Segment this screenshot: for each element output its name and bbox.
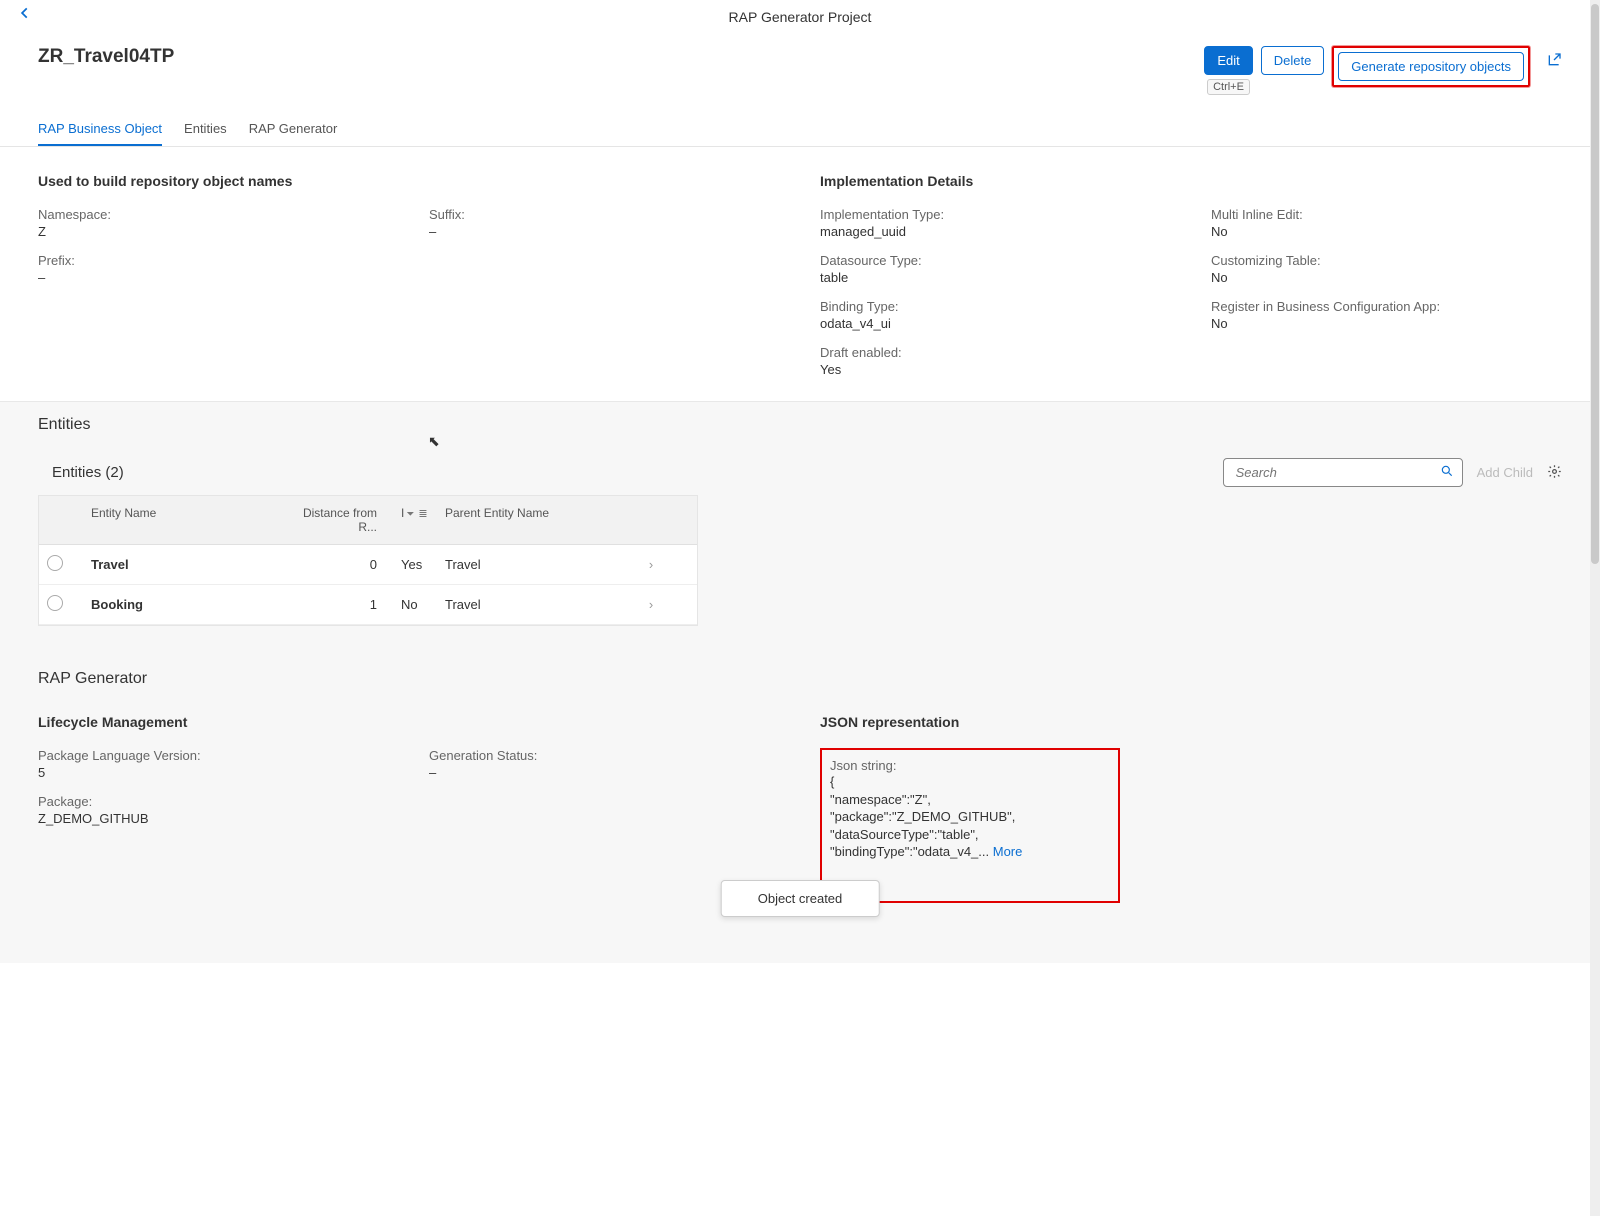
page-title: RAP Generator Project — [729, 9, 872, 25]
row-parent: Travel — [437, 587, 637, 622]
cust-label: Customizing Table: — [1211, 253, 1562, 268]
filter-icon — [414, 506, 427, 520]
row-parent: Travel — [437, 547, 637, 582]
pkg-label: Package: — [38, 794, 389, 809]
tabs: RAP Business Object Entities RAP Generat… — [0, 113, 1600, 147]
row-flag: No — [393, 587, 437, 622]
pkg-value: Z_DEMO_GITHUB — [38, 811, 389, 826]
genstatus-value: – — [429, 765, 780, 780]
chevron-right-icon[interactable]: › — [637, 587, 665, 622]
col-parent[interactable]: Parent Entity Name — [437, 496, 637, 544]
toast: Object created — [721, 880, 880, 917]
gear-icon[interactable] — [1547, 464, 1562, 482]
row-name: Booking — [83, 587, 283, 622]
sort-icon — [404, 506, 414, 520]
delete-button[interactable]: Delete — [1261, 46, 1325, 75]
suffix-value: – — [429, 224, 780, 239]
reg-label: Register in Business Configuration App: — [1211, 299, 1562, 314]
table-row[interactable]: Booking 1 No Travel › — [39, 585, 697, 625]
ds-type-label: Datasource Type: — [820, 253, 1171, 268]
impl-heading: Implementation Details — [820, 173, 1562, 189]
edit-button[interactable]: Edit — [1204, 46, 1252, 75]
tab-rap-generator[interactable]: RAP Generator — [249, 113, 338, 146]
binding-value: odata_v4_ui — [820, 316, 1171, 331]
search-icon[interactable] — [1440, 464, 1454, 481]
tab-rap-bo[interactable]: RAP Business Object — [38, 113, 162, 146]
impl-type-label: Implementation Type: — [820, 207, 1171, 222]
row-radio[interactable] — [47, 555, 63, 571]
build-heading: Used to build repository object names — [38, 173, 780, 189]
back-icon[interactable] — [18, 6, 32, 25]
rapgen-section-title: RAP Generator — [38, 670, 1562, 688]
row-name: Travel — [83, 547, 283, 582]
col-flag[interactable]: I — [393, 496, 437, 544]
json-body: { "namespace":"Z", "package":"Z_DEMO_GIT… — [830, 774, 1015, 859]
highlight-generate: Generate repository objects — [1332, 46, 1530, 87]
namespace-value: Z — [38, 224, 389, 239]
pkglang-label: Package Language Version: — [38, 748, 389, 763]
prefix-value: – — [38, 270, 389, 285]
toast-text: Object created — [758, 891, 843, 906]
namespace-label: Namespace: — [38, 207, 389, 222]
lifecycle-heading: Lifecycle Management — [38, 714, 780, 730]
row-radio[interactable] — [47, 595, 63, 611]
genstatus-label: Generation Status: — [429, 748, 780, 763]
draft-value: Yes — [820, 362, 1171, 377]
prefix-label: Prefix: — [38, 253, 389, 268]
generate-button[interactable]: Generate repository objects — [1338, 52, 1524, 81]
multi-label: Multi Inline Edit: — [1211, 207, 1562, 222]
add-child-button: Add Child — [1477, 465, 1533, 480]
table-row[interactable]: Travel 0 Yes Travel › — [39, 545, 697, 585]
object-title: ZR_Travel04TP — [38, 46, 174, 68]
row-dist: 1 — [283, 587, 393, 622]
entities-count: Entities (2) — [52, 464, 124, 481]
cust-value: No — [1211, 270, 1562, 285]
draft-label: Draft enabled: — [820, 345, 1171, 360]
tab-entities[interactable]: Entities — [184, 113, 227, 146]
json-heading: JSON representation — [820, 714, 1562, 730]
pkglang-value: 5 — [38, 765, 389, 780]
col-name[interactable]: Entity Name — [83, 496, 283, 544]
binding-label: Binding Type: — [820, 299, 1171, 314]
row-flag: Yes — [393, 547, 437, 582]
reg-value: No — [1211, 316, 1562, 331]
impl-type-value: managed_uuid — [820, 224, 1171, 239]
scrollbar[interactable] — [1590, 0, 1600, 1216]
chevron-right-icon[interactable]: › — [637, 547, 665, 582]
col-dist[interactable]: Distance from R... — [283, 496, 393, 544]
scrollbar-thumb[interactable] — [1591, 4, 1599, 564]
entities-section-title: Entities — [38, 416, 1562, 434]
edit-shortcut: Ctrl+E — [1207, 79, 1250, 95]
ds-type-value: table — [820, 270, 1171, 285]
json-label: Json string: — [830, 758, 1110, 773]
share-icon[interactable] — [1546, 52, 1562, 68]
row-dist: 0 — [283, 547, 393, 582]
suffix-label: Suffix: — [429, 207, 780, 222]
more-link[interactable]: More — [993, 844, 1023, 859]
entities-search[interactable] — [1223, 458, 1463, 487]
search-input[interactable] — [1232, 459, 1440, 486]
entities-table: Entity Name Distance from R... I Parent … — [38, 495, 698, 626]
multi-value: No — [1211, 224, 1562, 239]
